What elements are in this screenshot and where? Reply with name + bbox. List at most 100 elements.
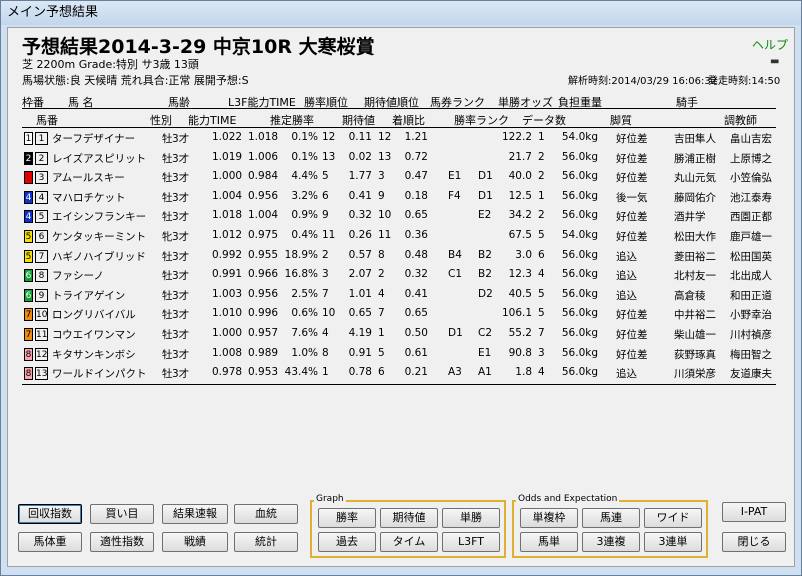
header-finish-ratio: 着順比 — [392, 114, 425, 127]
aptitude-index-button[interactable]: 適性指数 — [90, 532, 154, 552]
win-rank: A1 — [478, 366, 492, 379]
odds-tanpuku-waku-button[interactable]: 単複枠 — [520, 508, 578, 528]
rate-rank: 6 — [322, 189, 329, 202]
jockey: 荻野琢真 — [674, 348, 716, 361]
result-flash-button[interactable]: 結果速報 — [162, 504, 228, 524]
graph-win-rate-button[interactable]: 勝率 — [318, 508, 376, 528]
table-row[interactable]: 4 4 マハロチケット 牡 3才 1.004 0.956 3.2% 6 0.41 9 0.18 F4 D1… — [22, 188, 782, 207]
minimize-icon[interactable]: ▬ — [770, 56, 779, 67]
table-row[interactable]: 1 1 ターフデザイナー牡 3才 1.022 1.018 0.1% 12 0.11 12 1.21 1… — [22, 129, 782, 148]
graph-time-button[interactable]: タイム — [380, 532, 438, 552]
table-row[interactable]: 7 10 ロングリバイバル牡 3才 1.010 0.996 0.6% 10 0.65 7 0.65 1… — [22, 305, 782, 324]
ability-time: 1.019 — [212, 150, 243, 163]
age: 3才 — [172, 191, 190, 204]
ev-rank: 3 — [378, 170, 385, 183]
jockey: 北村友一 — [674, 270, 716, 283]
waku-badge: 6 — [24, 288, 33, 302]
table-bottom-divider — [22, 384, 776, 385]
odds-wide-button[interactable]: ワイド — [644, 508, 702, 528]
bet-rank: D1 — [448, 327, 463, 339]
statistics-button[interactable]: 統計 — [234, 532, 298, 552]
horse-name: アムールスキー — [52, 172, 125, 185]
graph-ev-button[interactable]: 期待値 — [380, 508, 438, 528]
header-umaban: 馬番 — [36, 114, 58, 127]
umaban-badge: 7 — [35, 249, 48, 263]
weight: 54.0kg — [561, 131, 598, 143]
running-style: 追込 — [616, 270, 637, 283]
weight: 56.0kg — [561, 366, 598, 379]
table-row[interactable]: 8 13 ワールドインパクト 牡 3才 0.978 0.953 43.4% 1 0.78 6 0.21… — [22, 364, 782, 383]
win-odds: 3.0 — [515, 248, 532, 261]
l3f-time: 0.975 — [248, 229, 279, 241]
horse-name: トライアゲイン — [52, 289, 126, 302]
record-button[interactable]: 戦績 — [162, 532, 228, 552]
odds-umaren-button[interactable]: 馬連 — [582, 508, 640, 528]
table-row[interactable]: 4 5 エイシンフランキー 牡 3才 1.018 1.004 0.9% 9 0.32 10 0.65 E… — [22, 207, 782, 226]
data-count: 3 — [538, 346, 545, 359]
graph-win-button[interactable]: 単勝 — [442, 508, 500, 528]
l3f-time: 1.004 — [248, 209, 279, 222]
expected-value: 0.78 — [348, 366, 372, 379]
table-row[interactable]: 6 9 トライアゲイン 牡 3才 1.003 0.956 2.5% 7 1.01 4 0.41 D2 40… — [22, 286, 782, 305]
est-rate: 0.6% — [291, 307, 318, 320]
header-win-rank: 勝率ランク — [454, 114, 509, 127]
help-link[interactable]: ヘルプ — [752, 36, 788, 53]
weight: 56.0kg — [561, 346, 598, 359]
horse-weight-button[interactable]: 馬体重 — [18, 532, 82, 552]
table-row[interactable]: 6 8 ファシーノ 牡 3才 0.991 0.966 16.8% 3 2.07 2 0.32 C1 B2 1… — [22, 266, 782, 285]
data-count: 5 — [538, 287, 545, 300]
window-title: メイン予想結果 — [1, 1, 801, 25]
table-row[interactable]: 3 アムールスキー 牡 3才 1.000 0.984 4.4% 5 1.77 3 0.47 E1 D1 4… — [22, 168, 782, 187]
horse-name: エイシンフランキー — [52, 211, 147, 224]
close-button[interactable]: 閉じる — [722, 532, 786, 552]
win-odds: 1.8 — [515, 366, 532, 379]
table-row[interactable]: 2 2 レイズアスピリット牡 3才 1.019 1.006 0.1% 13 0.02 13 0.72… — [22, 149, 782, 168]
win-odds: 90.8 — [508, 346, 532, 359]
data-count: 5 — [538, 307, 545, 320]
rate-rank: 4 — [322, 327, 329, 339]
trainer: 鹿戸雄一 — [730, 231, 772, 243]
finish-ratio: 0.72 — [404, 150, 428, 163]
win-rank: E2 — [478, 209, 492, 222]
sex: 牡 — [162, 250, 173, 263]
win-rank: B2 — [478, 268, 492, 281]
waku-badge: 4 — [24, 190, 33, 204]
data-count: 2 — [538, 209, 545, 222]
expected-value: 4.19 — [348, 327, 372, 339]
age: 3才 — [172, 133, 190, 145]
graph-l3ft-button[interactable]: L3FT — [442, 532, 500, 552]
header-sex: 性別 — [150, 114, 172, 127]
waku-badge: 7 — [24, 328, 33, 341]
jockey: 中井裕二 — [674, 309, 716, 322]
odds-sanrenpuku-button[interactable]: 3連複 — [582, 532, 640, 552]
expected-value: 1.77 — [348, 170, 372, 183]
data-count: 2 — [538, 150, 545, 163]
pedigree-button[interactable]: 血統 — [234, 504, 298, 524]
finish-ratio: 0.65 — [404, 307, 428, 320]
odds-sanrentan-button[interactable]: 3連単 — [644, 532, 702, 552]
ability-time: 1.010 — [212, 307, 243, 320]
ev-rank: 1 — [378, 327, 385, 339]
umaban-badge: 6 — [35, 230, 48, 243]
finish-ratio: 0.41 — [404, 287, 428, 300]
win-odds: 12.3 — [508, 268, 532, 281]
rate-rank: 5 — [322, 170, 329, 183]
header-ability-time: 能力TIME — [188, 114, 237, 127]
est-rate: 0.1% — [291, 131, 318, 143]
graph-past-button[interactable]: 過去 — [318, 532, 376, 552]
recovery-index-button[interactable]: 回収指数 — [18, 504, 82, 524]
odds-umatan-button[interactable]: 馬単 — [520, 532, 578, 552]
table-row[interactable]: 7 11 コウエイワンマン牡 3才 1.000 0.957 7.6% 4 4.19 1 0.50 D1… — [22, 325, 782, 344]
jockey: 松田大作 — [674, 231, 716, 243]
data-count: 1 — [538, 131, 545, 143]
win-odds: 106.1 — [502, 307, 533, 320]
table-row[interactable]: 5 7 ハギノハイブリッド 牡 3才 0.992 0.955 18.9% 2 0.57 8 0.48 B… — [22, 247, 782, 266]
table-row[interactable]: 5 6 ケンタッキーミント牝 3才 1.012 0.975 0.4% 11 0.26 11 0.36… — [22, 227, 782, 246]
ev-rank: 9 — [378, 189, 385, 202]
table-row[interactable]: 8 12 キタサンキンボシ牡 3才 1.008 0.989 1.0% 8 0.91 5 0.61 E1… — [22, 345, 782, 364]
est-rate: 0.1% — [291, 150, 318, 163]
bet-rank: C1 — [448, 268, 463, 281]
ipat-button[interactable]: I-PAT — [722, 502, 786, 522]
betting-button[interactable]: 買い目 — [90, 504, 154, 524]
l3f-time: 1.006 — [248, 150, 279, 163]
